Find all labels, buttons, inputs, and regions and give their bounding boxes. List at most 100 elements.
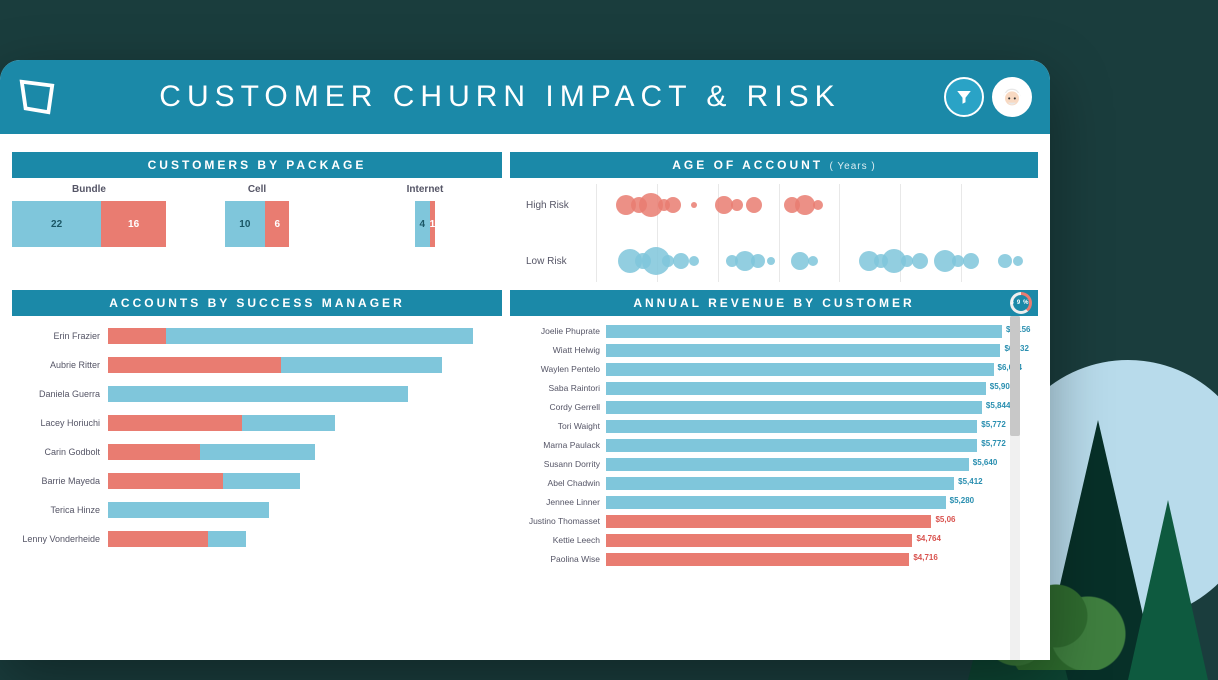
age-bubble[interactable]	[689, 256, 699, 266]
revenue-row[interactable]: Saba Raintori$5,904	[514, 381, 1002, 396]
package-highrisk-segment[interactable]: 1	[430, 201, 436, 247]
revenue-value: $5,280	[950, 496, 974, 505]
manager-highrisk-segment[interactable]	[108, 328, 166, 344]
package-column[interactable]: Cell 106	[180, 184, 334, 247]
manager-highrisk-segment[interactable]	[108, 357, 281, 373]
revenue-bar[interactable]	[606, 477, 954, 490]
age-bubble[interactable]	[963, 253, 979, 269]
manager-row[interactable]: Lenny Vonderheide	[18, 531, 492, 547]
einstein-icon	[998, 83, 1026, 111]
revenue-row[interactable]: Wiatt Helwig$6,132	[514, 343, 1002, 358]
age-bubble[interactable]	[998, 254, 1012, 268]
revenue-value: $5,772	[981, 420, 1005, 429]
package-column[interactable]: Bundle2216	[12, 184, 166, 247]
gauge-value: 39%	[1010, 300, 1031, 306]
package-label: Cell	[248, 184, 266, 195]
age-bubble[interactable]	[673, 253, 689, 269]
package-lowrisk-segment[interactable]: 4	[415, 201, 430, 247]
age-strip-high[interactable]	[596, 188, 1022, 222]
dashboard-title: CUSTOMER CHURN IMPACT & RISK	[56, 80, 944, 114]
revenue-bar[interactable]	[606, 458, 969, 471]
revenue-row[interactable]: Susann Dorrity$5,640	[514, 457, 1002, 472]
manager-lowrisk-segment[interactable]	[108, 386, 408, 402]
revenue-bar[interactable]	[606, 382, 986, 395]
age-bubble[interactable]	[751, 254, 765, 268]
revenue-row[interactable]: Cordy Gerrell$5,844	[514, 400, 1002, 415]
customer-name: Cordy Gerrell	[514, 403, 606, 412]
age-bubble[interactable]	[746, 197, 762, 213]
revenue-bar[interactable]	[606, 420, 977, 433]
revenue-bar[interactable]	[606, 401, 982, 414]
revenue-bar[interactable]	[606, 534, 912, 547]
age-bubble[interactable]	[665, 197, 681, 213]
revenue-bar[interactable]	[606, 325, 1002, 338]
revenue-row[interactable]: Abel Chadwin$5,412	[514, 476, 1002, 491]
revenue-row[interactable]: Tori Waight$5,772	[514, 419, 1002, 434]
revenue-row[interactable]: Kettie Leech$4,764	[514, 533, 1002, 548]
customer-name: Saba Raintori	[514, 384, 606, 393]
package-lowrisk-segment[interactable]: 10	[225, 201, 266, 247]
manager-row[interactable]: Erin Frazier	[18, 328, 492, 344]
package-highrisk-segment[interactable]: 6	[265, 201, 289, 247]
manager-lowrisk-segment[interactable]	[166, 328, 473, 344]
manager-row[interactable]: Lacey Horiuchi	[18, 415, 492, 431]
manager-lowrisk-segment[interactable]	[223, 473, 300, 489]
package-highrisk-segment[interactable]: 16	[101, 201, 166, 247]
manager-highrisk-segment[interactable]	[108, 531, 208, 547]
package-column[interactable]: Internet 41	[348, 184, 502, 247]
revenue-row[interactable]: Joelie Phuprate$6,156	[514, 324, 1002, 339]
decor-tree	[1038, 420, 1158, 680]
age-bubble[interactable]	[791, 252, 809, 270]
manager-row[interactable]: Daniela Guerra	[18, 386, 492, 402]
manager-lowrisk-segment[interactable]	[200, 444, 315, 460]
manager-lowrisk-segment[interactable]	[208, 531, 246, 547]
age-bubble[interactable]	[808, 256, 818, 266]
revenue-bar[interactable]	[606, 439, 977, 452]
manager-highrisk-segment[interactable]	[108, 415, 242, 431]
scrollbar-thumb[interactable]	[1010, 316, 1020, 436]
revenue-row[interactable]: Paolina Wise$4,716	[514, 552, 1002, 567]
manager-row[interactable]: Aubrie Ritter	[18, 357, 492, 373]
manager-name: Barrie Mayeda	[18, 476, 108, 486]
manager-row[interactable]: Terica Hinze	[18, 502, 492, 518]
risk-gauge[interactable]: 39%	[1010, 292, 1032, 314]
revenue-bar[interactable]	[606, 553, 909, 566]
age-bubble[interactable]	[767, 257, 775, 265]
age-bubble[interactable]	[912, 253, 928, 269]
panel-title: ACCOUNTS BY SUCCESS MANAGER	[12, 290, 502, 316]
customer-name: Marna Paulack	[514, 441, 606, 450]
manager-row[interactable]: Barrie Mayeda	[18, 473, 492, 489]
revenue-row[interactable]: Jennee Linner$5,280	[514, 495, 1002, 510]
age-strip-low[interactable]	[596, 244, 1022, 278]
age-bubble[interactable]	[1013, 256, 1023, 266]
revenue-bar[interactable]	[606, 363, 994, 376]
revenue-row[interactable]: Justino Thomasset $5,06	[514, 514, 1002, 529]
revenue-bar[interactable]	[606, 344, 1000, 357]
scrollbar-track[interactable]	[1010, 316, 1020, 660]
manager-highrisk-segment[interactable]	[108, 473, 223, 489]
customer-name: Justino Thomasset	[514, 517, 606, 526]
funnel-icon	[955, 88, 973, 106]
manager-lowrisk-segment[interactable]	[242, 415, 334, 431]
customer-name: Joelie Phuprate	[514, 327, 606, 336]
age-bubble[interactable]	[731, 199, 743, 211]
dashboard-window: CUSTOMER CHURN IMPACT & RISK CUSTOMERS B…	[0, 60, 1050, 660]
filter-button[interactable]	[944, 77, 984, 117]
revenue-value: $5,06	[935, 515, 955, 524]
age-bubble[interactable]	[691, 202, 697, 208]
manager-highrisk-segment[interactable]	[108, 444, 200, 460]
manager-name: Daniela Guerra	[18, 389, 108, 399]
manager-lowrisk-segment[interactable]	[108, 502, 269, 518]
revenue-bar[interactable]	[606, 515, 931, 528]
customer-name: Wiatt Helwig	[514, 346, 606, 355]
revenue-bar[interactable]	[606, 496, 946, 509]
revenue-row[interactable]: Waylen Pentelo$6,024	[514, 362, 1002, 377]
manager-lowrisk-segment[interactable]	[281, 357, 442, 373]
einstein-button[interactable]	[992, 77, 1032, 117]
package-lowrisk-segment[interactable]: 22	[12, 201, 101, 247]
panel-title: ANNUAL REVENUE BY CUSTOMER 39%	[510, 290, 1038, 316]
age-bubble[interactable]	[813, 200, 823, 210]
revenue-row[interactable]: Marna Paulack$5,772	[514, 438, 1002, 453]
manager-row[interactable]: Carin Godbolt	[18, 444, 492, 460]
package-label: Internet	[407, 184, 444, 195]
